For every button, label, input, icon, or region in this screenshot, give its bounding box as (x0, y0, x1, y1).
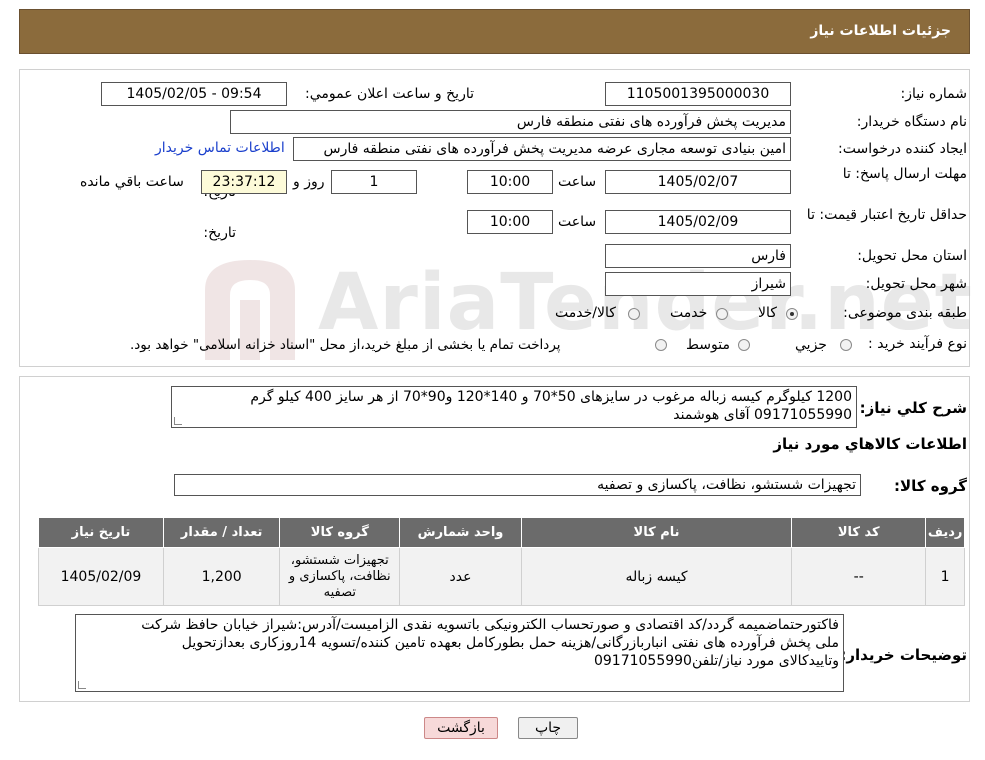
page-header: جزئیات اطلاعات نیاز (19, 9, 970, 54)
category-option-service: خدمت (670, 305, 708, 321)
description-line-2: 09171055990 آقای هوشمند (673, 407, 852, 423)
cell-group: تجهیزات شستشو، نظافت، پاکسازی و تصفیه (279, 547, 401, 606)
category-radio-goods[interactable] (786, 308, 798, 320)
category-option-goods: کالا (758, 305, 777, 321)
process-note: پرداخت تمام یا بخشی از مبلغ خرید،از محل … (130, 337, 561, 353)
resize-handle-icon[interactable] (174, 417, 182, 425)
city-label: شهر محل تحویل: (865, 276, 967, 292)
goods-table: ردیف کد کالا نام کالا واحد شمارش گروه کا… (38, 517, 965, 606)
col-date: تاریخ نیاز (38, 517, 164, 548)
process-option-medium: متوسط (686, 337, 730, 353)
city-field: شیراز (605, 272, 791, 296)
category-option-goods-service: کالا/خدمت (555, 305, 616, 321)
goods-group-field: تجهیزات شستشو، نظافت، پاکسازی و تصفیه (174, 474, 861, 496)
col-row: ردیف (925, 517, 965, 548)
category-radio-goods-service[interactable] (628, 308, 640, 320)
cell-code: -- (791, 547, 927, 606)
buyer-label: نام دستگاه خریدار: (856, 114, 967, 130)
table-row: 1 -- کیسه زباله عدد تجهیزات شستشو، نظافت… (38, 547, 965, 606)
col-group: گروه کالا (279, 517, 401, 548)
col-code: کد کالا (791, 517, 927, 548)
announce-label: تاریخ و ساعت اعلان عمومي: (305, 86, 474, 102)
resize-handle-icon[interactable] (78, 681, 86, 689)
cell-qty: 1,200 (162, 547, 281, 606)
deadline-date-field: 1405/02/07 (605, 170, 791, 194)
process-label: نوع فرآیند خرید : (868, 336, 967, 352)
print-button[interactable]: چاپ (518, 717, 578, 739)
deadline-time-field: 10:00 (467, 170, 553, 194)
notes-line-3: وتاییدکالای مورد نیاز/تلفن09171055990 (593, 653, 839, 669)
process-radio-medium[interactable] (738, 339, 750, 351)
goods-group-label: گروه کالا: (894, 477, 967, 495)
category-label: طبقه بندی موضوعی: (843, 305, 967, 321)
notes-textarea[interactable]: فاکتورحتماضمیمه گردد/کد اقتصادی و صورتحس… (75, 614, 844, 692)
cell-row: 1 (925, 547, 965, 606)
notes-label: توضیحات خریدار: (840, 646, 967, 664)
cell-unit: عدد (399, 547, 522, 606)
notes-line-1: فاکتورحتماضمیمه گردد/کد اقتصادی و صورتحس… (141, 617, 839, 633)
validity-time-label: ساعت (558, 214, 597, 230)
creator-label: ایجاد کننده درخواست: (838, 141, 967, 157)
process-radio-treasury[interactable] (655, 339, 667, 351)
validity-label-date: تاریخ: (203, 225, 236, 241)
table-header-row: ردیف کد کالا نام کالا واحد شمارش گروه کا… (38, 517, 965, 548)
need-number-label: شماره نیاز: (900, 86, 968, 102)
cell-name: کیسه زباله (520, 547, 793, 606)
creator-field: امین بنیادی توسعه مجاری عرضه مدیریت پخش … (293, 137, 791, 161)
need-number-field: 1105001395000030 (605, 82, 791, 106)
validity-date-field: 1405/02/09 (605, 210, 791, 234)
goods-section-title: اطلاعات کالاهاي مورد نياز (773, 435, 967, 453)
buyer-contact-link[interactable]: اطلاعات تماس خریدار (155, 140, 285, 156)
col-unit: واحد شمارش (399, 517, 522, 548)
remaining-time-field: 23:37:12 (201, 170, 287, 194)
days-field: 1 (331, 170, 417, 194)
category-radio-service[interactable] (716, 308, 728, 320)
buyer-field: مدیریت پخش فرآورده های نفتی منطقه فارس (230, 110, 791, 134)
description-label: شرح كلي نياز: (859, 399, 967, 417)
deadline-time-label: ساعت (558, 174, 597, 190)
notes-line-2: ملی پخش فرآورده های نفتی انباربازرگانی/ه… (181, 635, 839, 651)
validity-time-field: 10:00 (467, 210, 553, 234)
validity-label: حداقل تاریخ اعتبار قیمت: تا (806, 207, 967, 223)
description-textarea[interactable]: 1200 کیلوگرم کیسه زباله مرغوب در سایزهای… (171, 386, 857, 428)
back-button[interactable]: بازگشت (424, 717, 498, 739)
province-label: استان محل تحویل: (857, 248, 967, 264)
process-option-minor: جزیي (795, 337, 827, 353)
process-radio-minor[interactable] (840, 339, 852, 351)
cell-date: 1405/02/09 (38, 547, 164, 606)
col-name: نام کالا (520, 517, 793, 548)
announce-datetime-field: 1405/02/05 - 09:54 (101, 82, 287, 106)
deadline-label: مهلت ارسال پاسخ: تا (842, 166, 967, 182)
description-line-1: 1200 کیلوگرم کیسه زباله مرغوب در سایزهای… (250, 389, 852, 405)
days-label: روز و (293, 174, 325, 190)
page-title: جزئیات اطلاعات نیاز (810, 23, 951, 39)
province-field: فارس (605, 244, 791, 268)
col-qty: تعداد / مقدار (162, 517, 281, 548)
remaining-label: ساعت باقي مانده (80, 174, 184, 190)
